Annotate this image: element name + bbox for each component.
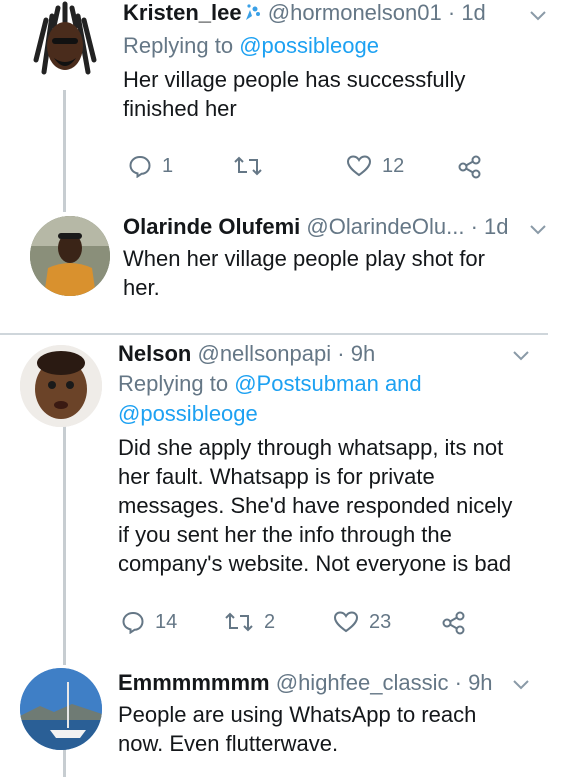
display-name[interactable]: Kristen_lee [123,0,242,25]
mention-link[interactable]: @possibleoge [118,401,258,426]
tweet-text: Did she apply through whatsapp, its not … [118,435,513,576]
tweet-header: Kristen_lee @hormonelson01 · 1d [123,0,486,26]
heart-icon [346,155,372,177]
thread-line-1 [63,90,66,212]
mention-link[interactable]: @possibleoge [239,33,379,58]
timestamp[interactable]: · 1d [471,214,509,239]
display-name[interactable]: Nelson [118,341,191,366]
user-handle[interactable]: @highfee_classic [276,670,449,695]
like-button[interactable]: 23 [333,610,391,634]
share-icon [458,155,481,179]
share-icon [442,611,465,635]
reply-icon [122,611,144,634]
avatar[interactable] [30,216,110,296]
chevron-down-icon[interactable] [528,9,548,23]
timestamp[interactable]: · 9h [337,341,375,366]
retweet-icon [234,156,262,176]
tweet-text: When her village people play shot for he… [123,246,485,300]
mention-link[interactable]: @Postsubman and [234,371,421,396]
share-button[interactable] [457,154,483,180]
user-handle[interactable]: @OlarindeOlu... [306,214,464,239]
display-name[interactable]: Emmmmmmm [118,670,270,695]
tweet-text: Her village people has successfully fini… [123,67,466,121]
avatar[interactable] [20,345,102,427]
reply-button[interactable]: 1 [128,154,173,178]
splash-emoji-icon [242,2,262,20]
reply-count: 14 [155,610,178,633]
like-button[interactable]: 12 [346,154,404,178]
reply-icon [129,155,151,178]
user-handle[interactable]: @hormonelson01 [268,0,442,25]
chevron-down-icon[interactable] [511,349,531,363]
conversation-divider [0,333,548,335]
avatar[interactable] [20,668,102,750]
retweet-button[interactable]: 2 [224,610,275,634]
replying-to: Replying to @possibleoge [123,33,379,58]
replying-to-continued: @possibleoge [118,401,258,427]
retweet-button[interactable] [233,154,263,178]
timestamp[interactable]: · 9h [455,670,493,695]
replying-to: Replying to @Postsubman and [118,371,422,396]
retweet-icon [225,612,253,632]
user-handle[interactable]: @nellsonpapi [197,341,331,366]
share-button[interactable] [441,610,467,636]
display-name[interactable]: Olarinde Olufemi [123,214,300,239]
avatar[interactable] [28,0,102,86]
tweet-text: People are using WhatsApp to reach now. … [118,702,477,756]
retweet-count: 2 [264,610,276,633]
reply-button[interactable]: 14 [121,610,177,634]
tweet-header: Nelson @nellsonpapi · 9h [118,341,375,367]
like-count: 12 [382,154,405,177]
thread-line-3 [63,425,66,665]
chevron-down-icon[interactable] [511,678,531,692]
tweet-header: Emmmmmmm @highfee_classic · 9h [118,670,493,696]
timestamp[interactable]: · 1d [448,0,486,25]
reply-count: 1 [162,154,174,177]
chevron-down-icon[interactable] [528,223,548,237]
heart-icon [333,611,359,633]
tweet-header: Olarinde Olufemi @OlarindeOlu... · 1d [123,214,509,240]
like-count: 23 [369,610,392,633]
